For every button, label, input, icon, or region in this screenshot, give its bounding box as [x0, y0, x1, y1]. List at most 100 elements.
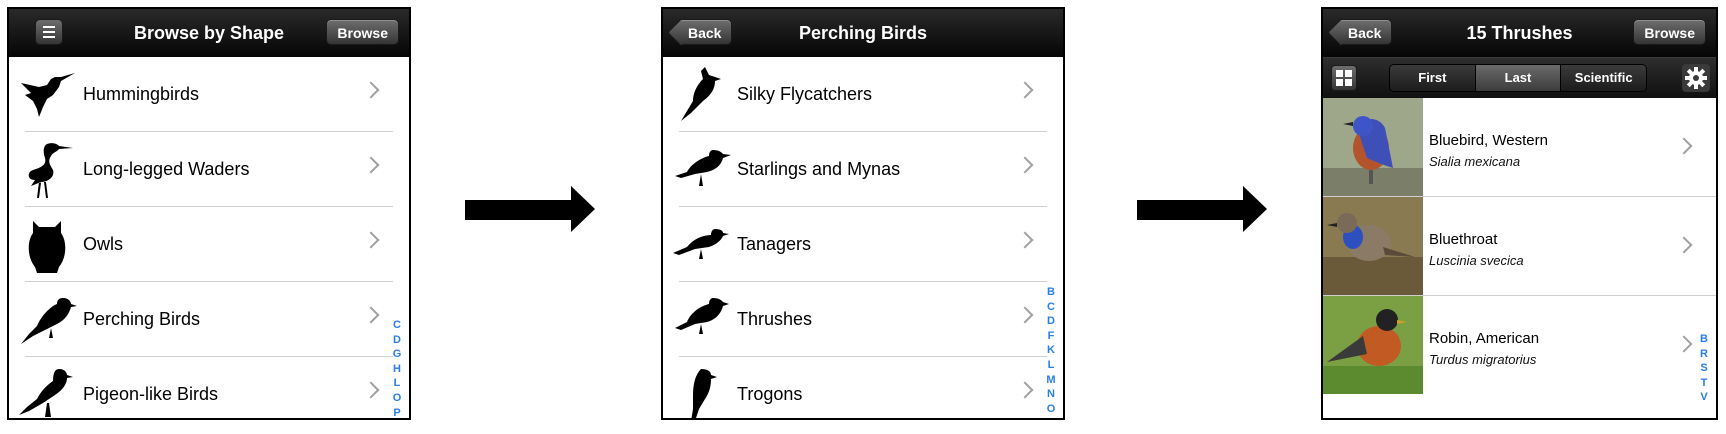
sort-segmented-control: First Last Scientific [1389, 64, 1647, 92]
alphabet-index[interactable]: C D G H L O P [391, 318, 403, 418]
list-item-label: Perching Birds [83, 309, 201, 329]
chevron-right-icon [1016, 381, 1034, 399]
list-item-label: Thrushes [737, 309, 813, 329]
browse-button[interactable]: Browse [326, 19, 399, 45]
index-letter[interactable]: B [1698, 332, 1710, 347]
alphabet-index[interactable]: B C D F K L M N O [1045, 285, 1057, 416]
index-letter[interactable]: C [1045, 300, 1057, 315]
species-name: Robin, American [1429, 330, 1540, 347]
index-letter[interactable]: O [391, 391, 403, 406]
index-letter[interactable]: M [1045, 373, 1057, 388]
chevron-right-icon [1016, 81, 1034, 99]
back-button[interactable]: Back [679, 19, 733, 45]
chevron-right-icon [1675, 137, 1693, 155]
list-item-pigeon-like-birds[interactable]: Pigeon-like Birds [25, 357, 393, 420]
chevron-right-icon [362, 231, 380, 249]
hummingbird-silhouette-icon [17, 65, 77, 123]
chevron-right-icon [362, 81, 380, 99]
species-scientific-name: Sialia mexicana [1429, 154, 1521, 169]
list-item-silky-flycatchers[interactable]: Silky Flycatchers [679, 57, 1047, 132]
index-letter[interactable]: L [1045, 358, 1057, 373]
list-item-trogons[interactable]: Trogons [679, 357, 1047, 420]
index-letter[interactable]: B [1045, 285, 1057, 300]
sort-toolbar: First Last Scientific [1323, 57, 1716, 98]
browse-button[interactable]: Browse [1633, 19, 1706, 45]
species-name: Bluebird, Western [1429, 132, 1548, 149]
chevron-right-icon [1016, 306, 1034, 324]
index-letter[interactable]: L [391, 376, 403, 391]
grid-view-button[interactable] [1331, 65, 1357, 91]
chevron-right-icon [362, 306, 380, 324]
list-item-label: Pigeon-like Birds [83, 384, 219, 404]
segment-scientific[interactable]: Scientific [1561, 65, 1646, 91]
index-letter[interactable]: C [391, 318, 403, 333]
index-letter[interactable]: R [1698, 347, 1710, 362]
list-item-starlings-and-mynas[interactable]: Starlings and Mynas [679, 132, 1047, 207]
trogon-silhouette-icon [671, 365, 731, 420]
bird-photo [1323, 197, 1423, 295]
list-item-hummingbirds[interactable]: Hummingbirds [25, 57, 393, 132]
species-scientific-name: Turdus migratorius [1429, 352, 1537, 367]
index-letter[interactable]: O [1045, 402, 1057, 417]
alphabet-index[interactable]: B R S T V [1698, 332, 1710, 405]
species-row-bluethroat[interactable]: Bluethroat Luscinia svecica [1323, 197, 1716, 296]
list-item-long-legged-waders[interactable]: Long-legged Waders [25, 132, 393, 207]
index-letter[interactable]: F [1045, 329, 1057, 344]
arrow-right-icon [1137, 186, 1267, 232]
arrow-right-icon [465, 186, 595, 232]
index-letter[interactable]: K [1045, 343, 1057, 358]
species-row-american-robin[interactable]: Robin, American Turdus migratorius [1323, 296, 1716, 394]
index-letter[interactable]: D [1045, 314, 1057, 329]
pigeon-silhouette-icon [17, 365, 77, 420]
list-item-label: Trogons [737, 384, 803, 404]
list-item-label: Starlings and Mynas [737, 159, 901, 179]
list-item-label: Long-legged Waders [83, 159, 250, 179]
screen-thrushes: Back 15 Thrushes Browse First Last Scien… [1321, 7, 1718, 420]
index-letter[interactable]: P [391, 406, 403, 418]
index-letter[interactable]: G [391, 347, 403, 362]
navbar: Browse by Shape Browse [9, 9, 409, 57]
back-button[interactable]: Back [1339, 19, 1393, 45]
species-list: Bluebird, Western Sialia mexicana Blueth… [1323, 98, 1716, 394]
navbar: Back 15 Thrushes Browse [1323, 9, 1716, 57]
gear-icon[interactable] [1682, 64, 1710, 92]
heron-silhouette-icon [17, 140, 77, 198]
list-item-tanagers[interactable]: Tanagers [679, 207, 1047, 282]
list-item-thrushes[interactable]: Thrushes [679, 282, 1047, 357]
index-letter[interactable]: D [391, 333, 403, 348]
thrush-silhouette-icon [671, 290, 731, 348]
shape-list: Hummingbirds Long-legged Waders Owls Per… [9, 57, 409, 420]
grid-icon [1336, 70, 1352, 86]
list-item-perching-birds[interactable]: Perching Birds [25, 282, 393, 357]
chevron-right-icon [362, 381, 380, 399]
segment-last[interactable]: Last [1475, 65, 1562, 91]
perching-bird-silhouette-icon [17, 290, 77, 348]
tanager-silhouette-icon [671, 215, 731, 273]
index-letter[interactable]: H [391, 362, 403, 377]
screen-perching-birds: Back Perching Birds Silky Flycatchers St… [661, 7, 1065, 420]
group-list: Silky Flycatchers Starlings and Mynas Ta… [663, 57, 1063, 420]
owl-silhouette-icon [17, 215, 77, 273]
list-item-label: Silky Flycatchers [737, 84, 873, 104]
index-letter[interactable]: S [1698, 361, 1710, 376]
index-letter[interactable]: T [1698, 376, 1710, 391]
bird-photo [1323, 296, 1423, 394]
species-row-western-bluebird[interactable]: Bluebird, Western Sialia mexicana [1323, 98, 1716, 197]
index-letter[interactable]: V [1698, 390, 1710, 405]
index-letter[interactable]: N [1045, 387, 1057, 402]
starling-silhouette-icon [671, 140, 731, 198]
list-item-owls[interactable]: Owls [25, 207, 393, 282]
chevron-right-icon [1016, 156, 1034, 174]
chevron-right-icon [1675, 335, 1693, 353]
flycatcher-silhouette-icon [671, 65, 731, 123]
chevron-right-icon [1675, 236, 1693, 254]
list-item-label: Tanagers [737, 234, 812, 254]
segment-first[interactable]: First [1390, 65, 1476, 91]
list-item-label: Hummingbirds [83, 84, 200, 104]
list-item-label: Owls [83, 234, 123, 254]
chevron-right-icon [1016, 231, 1034, 249]
bird-photo [1323, 98, 1423, 196]
species-name: Bluethroat [1429, 231, 1498, 248]
species-scientific-name: Luscinia svecica [1429, 253, 1524, 268]
navbar: Back Perching Birds [663, 9, 1063, 57]
